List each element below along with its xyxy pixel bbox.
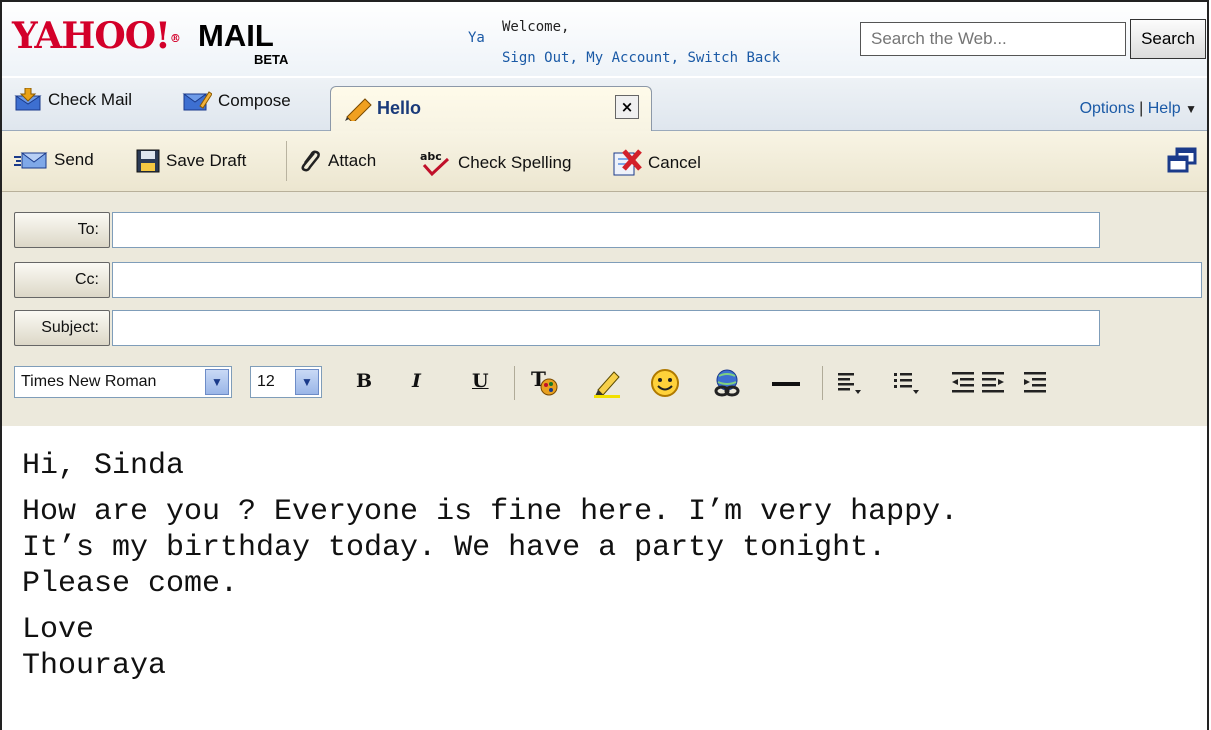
send-icon bbox=[14, 152, 48, 169]
attach-label: Attach bbox=[328, 151, 377, 170]
to-input[interactable] bbox=[112, 212, 1100, 248]
cancel-label: Cancel bbox=[648, 153, 701, 172]
product-name: MAIL bbox=[198, 18, 274, 53]
font-size-select[interactable]: 12 ▼ bbox=[250, 366, 322, 398]
list-icon[interactable] bbox=[892, 370, 922, 396]
logo-mark: ® bbox=[169, 32, 181, 45]
paperclip-icon bbox=[301, 150, 320, 172]
action-toolbar: Send Save Draft Attach abc Check Spellin… bbox=[2, 131, 1207, 192]
closing-line: Love bbox=[22, 613, 95, 647]
font-family-value: Times New Roman bbox=[21, 373, 157, 390]
attach-button[interactable]: Attach bbox=[298, 149, 376, 173]
compose-fields: To: Cc: Subject: Times New Roman ▼ 12 ▼ … bbox=[2, 192, 1207, 426]
check-spelling-label: Check Spelling bbox=[458, 153, 572, 172]
horizontal-rule-icon[interactable] bbox=[772, 382, 800, 386]
send-label: Send bbox=[54, 150, 94, 169]
compose-button[interactable]: Compose bbox=[182, 88, 291, 114]
indent-left-icon[interactable] bbox=[980, 370, 1006, 394]
format-divider bbox=[822, 366, 823, 400]
svg-text:abc: abc bbox=[420, 150, 442, 163]
to-button[interactable]: To: bbox=[14, 212, 110, 248]
send-button[interactable]: Send bbox=[14, 149, 94, 171]
chevron-down-icon[interactable]: ▼ bbox=[1185, 102, 1197, 116]
compose-label: Compose bbox=[218, 91, 291, 110]
check-spelling-button[interactable]: abc Check Spelling bbox=[418, 149, 571, 177]
help-link[interactable]: Help bbox=[1148, 100, 1181, 117]
compose-icon bbox=[182, 91, 212, 111]
welcome-text: Welcome, bbox=[502, 19, 570, 35]
format-toolbar: Times New Roman ▼ 12 ▼ B I U T bbox=[14, 364, 1194, 404]
highlight-icon[interactable] bbox=[592, 368, 622, 398]
italic-button[interactable]: I bbox=[412, 370, 421, 392]
cc-input[interactable] bbox=[112, 262, 1202, 298]
search-button[interactable]: Search bbox=[1130, 19, 1206, 59]
link-icon[interactable] bbox=[712, 368, 742, 398]
bold-button[interactable]: B bbox=[356, 370, 372, 392]
font-family-select[interactable]: Times New Roman ▼ bbox=[14, 366, 232, 398]
tab-bar: Check Mail Compose Hello × Options | Hel… bbox=[2, 78, 1207, 131]
signature-line: Thouraya bbox=[22, 649, 167, 683]
tab-hello[interactable]: Hello × bbox=[330, 86, 652, 131]
align-icon[interactable] bbox=[836, 370, 864, 396]
tab-hello-label: Hello bbox=[377, 98, 422, 118]
my-account-link[interactable]: My Account bbox=[586, 50, 670, 66]
header: YAHOO!® MAIL BETA Ya Welcome, Sign Out, … bbox=[2, 2, 1207, 76]
cc-button[interactable]: Cc: bbox=[14, 262, 110, 298]
chevron-down-icon: ▼ bbox=[295, 369, 319, 395]
font-size-value: 12 bbox=[257, 373, 275, 390]
greeting-line: Hi, Sinda bbox=[22, 449, 185, 483]
floppy-icon bbox=[136, 149, 160, 173]
message-line: How are you ? Everyone is fine here. I’m… bbox=[22, 495, 959, 529]
format-divider bbox=[514, 366, 515, 400]
text-color-icon[interactable]: T bbox=[530, 368, 558, 398]
message-line: Please come. bbox=[22, 567, 239, 601]
save-draft-label: Save Draft bbox=[166, 151, 247, 170]
popout-window-icon[interactable] bbox=[1167, 147, 1197, 179]
options-help: Options | Help ▼ bbox=[1079, 100, 1197, 117]
spellcheck-icon: abc bbox=[420, 150, 450, 177]
logo-text: YAHOO! bbox=[12, 15, 171, 57]
check-mail-label: Check Mail bbox=[48, 90, 133, 109]
save-draft-button[interactable]: Save Draft bbox=[136, 149, 246, 173]
outdent-icon[interactable] bbox=[950, 370, 976, 394]
yahoo-logo[interactable]: YAHOO!® bbox=[12, 15, 181, 59]
message-body[interactable]: Hi, Sinda How are you ? Everyone is fine… bbox=[22, 448, 958, 694]
options-link[interactable]: Options bbox=[1080, 100, 1135, 117]
user-abbrev: Ya bbox=[468, 30, 485, 46]
account-links: Sign Out, My Account, Switch Back bbox=[502, 50, 781, 66]
cancel-button[interactable]: Cancel bbox=[612, 149, 701, 177]
pencil-icon bbox=[345, 98, 372, 121]
sign-out-link[interactable]: Sign Out bbox=[502, 50, 569, 66]
check-mail-button[interactable]: Check Mail bbox=[14, 88, 132, 112]
switch-back-link[interactable]: Switch Back bbox=[687, 50, 780, 66]
beta-badge: BETA bbox=[254, 52, 289, 67]
chevron-down-icon: ▼ bbox=[205, 369, 229, 395]
subject-button[interactable]: Subject: bbox=[14, 310, 110, 346]
subject-input[interactable] bbox=[112, 310, 1100, 346]
cancel-icon bbox=[613, 149, 642, 176]
message-line: It’s my birthday today. We have a party … bbox=[22, 531, 887, 565]
check-mail-icon bbox=[14, 88, 42, 111]
close-tab-icon[interactable]: × bbox=[615, 95, 639, 119]
message-paragraph: How are you ? Everyone is fine here. I’m… bbox=[22, 494, 958, 602]
signoff: Love Thouraya bbox=[22, 612, 958, 684]
underline-button[interactable]: U bbox=[472, 370, 489, 392]
toolbar-divider bbox=[286, 141, 287, 181]
search-input[interactable] bbox=[860, 22, 1126, 56]
indent-icon[interactable] bbox=[1022, 370, 1048, 394]
smiley-icon[interactable] bbox=[650, 368, 680, 398]
